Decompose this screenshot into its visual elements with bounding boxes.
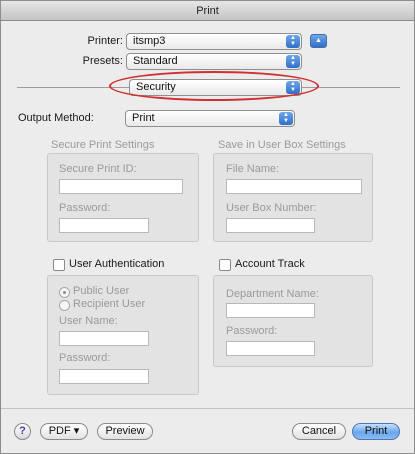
user-name-label: User Name: <box>59 315 118 327</box>
cancel-button[interactable]: Cancel <box>292 423 346 440</box>
user-auth-password-label: Password: <box>59 352 111 364</box>
user-authentication-label: User Authentication <box>69 258 165 270</box>
highlight-oval <box>109 71 319 101</box>
presets-label: Presets: <box>82 55 123 67</box>
output-method-popup[interactable]: Print ▲ ▼ <box>125 110 295 127</box>
presets-value: Standard <box>133 55 178 67</box>
account-track-label: Account Track <box>235 258 305 270</box>
public-user-label: Public User <box>73 285 130 297</box>
question-mark-icon[interactable]: ? <box>14 423 31 440</box>
preview-button[interactable]: Preview <box>97 423 153 440</box>
print-dialog: Print Printer: itsmp3 ▲ ▼ ▲ Presets: Stan… <box>0 0 415 454</box>
print-button[interactable]: Print <box>352 423 400 440</box>
presets-popup[interactable]: Standard ▲ ▼ <box>126 53 302 70</box>
secure-print-password-label: Password: <box>59 202 111 214</box>
account-track-password-label: Password: <box>226 325 278 337</box>
output-method-label: Output Method: <box>18 112 94 124</box>
output-method-value: Print <box>132 112 155 124</box>
user-box-file-field[interactable] <box>226 179 362 194</box>
printer-value: itsmp3 <box>133 35 166 47</box>
secure-print-id-label: Secure Print ID: <box>59 163 137 175</box>
user-box-number-label: User Box Number: <box>226 202 317 214</box>
pdf-button[interactable]: PDF ▾ <box>40 423 88 440</box>
secure-print-group: Secure Print ID: Password: <box>47 153 199 242</box>
department-name-label: Department Name: <box>226 288 319 300</box>
recipient-user-label: Recipient User <box>73 298 146 310</box>
window-title: Print <box>196 5 219 17</box>
secure-print-id-field[interactable] <box>59 179 183 194</box>
secure-print-password-field[interactable] <box>59 218 149 233</box>
printer-label: Printer: <box>87 35 123 47</box>
printer-popup[interactable]: itsmp3 ▲ ▼ <box>126 33 302 50</box>
user-authentication-group: Public User Recipient User User Name: Pa… <box>47 275 199 395</box>
secure-print-title: Secure Print Settings <box>51 139 155 151</box>
account-track-password-field[interactable] <box>226 341 315 356</box>
user-box-title: Save in User Box Settings <box>218 139 346 151</box>
public-user-radio[interactable] <box>59 287 70 298</box>
user-box-file-label: File Name: <box>226 163 280 175</box>
user-authentication-checkbox[interactable] <box>53 259 65 271</box>
account-track-group: Department Name: Password: <box>213 275 373 367</box>
recipient-user-radio[interactable] <box>59 300 70 311</box>
user-box-group: File Name: User Box Number: <box>213 153 373 242</box>
up-down-arrows-icon: ▲ ▼ <box>286 35 300 48</box>
triangle-up-icon[interactable]: ▲ <box>310 34 327 48</box>
account-track-checkbox[interactable] <box>219 259 231 271</box>
up-down-arrows-icon: ▲ ▼ <box>286 55 300 68</box>
user-box-number-field[interactable] <box>226 218 315 233</box>
department-name-field[interactable] <box>226 303 315 318</box>
title-bar: Print <box>1 1 414 21</box>
up-down-arrows-icon: ▲ ▼ <box>279 112 293 125</box>
user-name-field[interactable] <box>59 331 149 346</box>
user-auth-password-field[interactable] <box>59 369 149 384</box>
bottom-separator <box>1 408 414 409</box>
